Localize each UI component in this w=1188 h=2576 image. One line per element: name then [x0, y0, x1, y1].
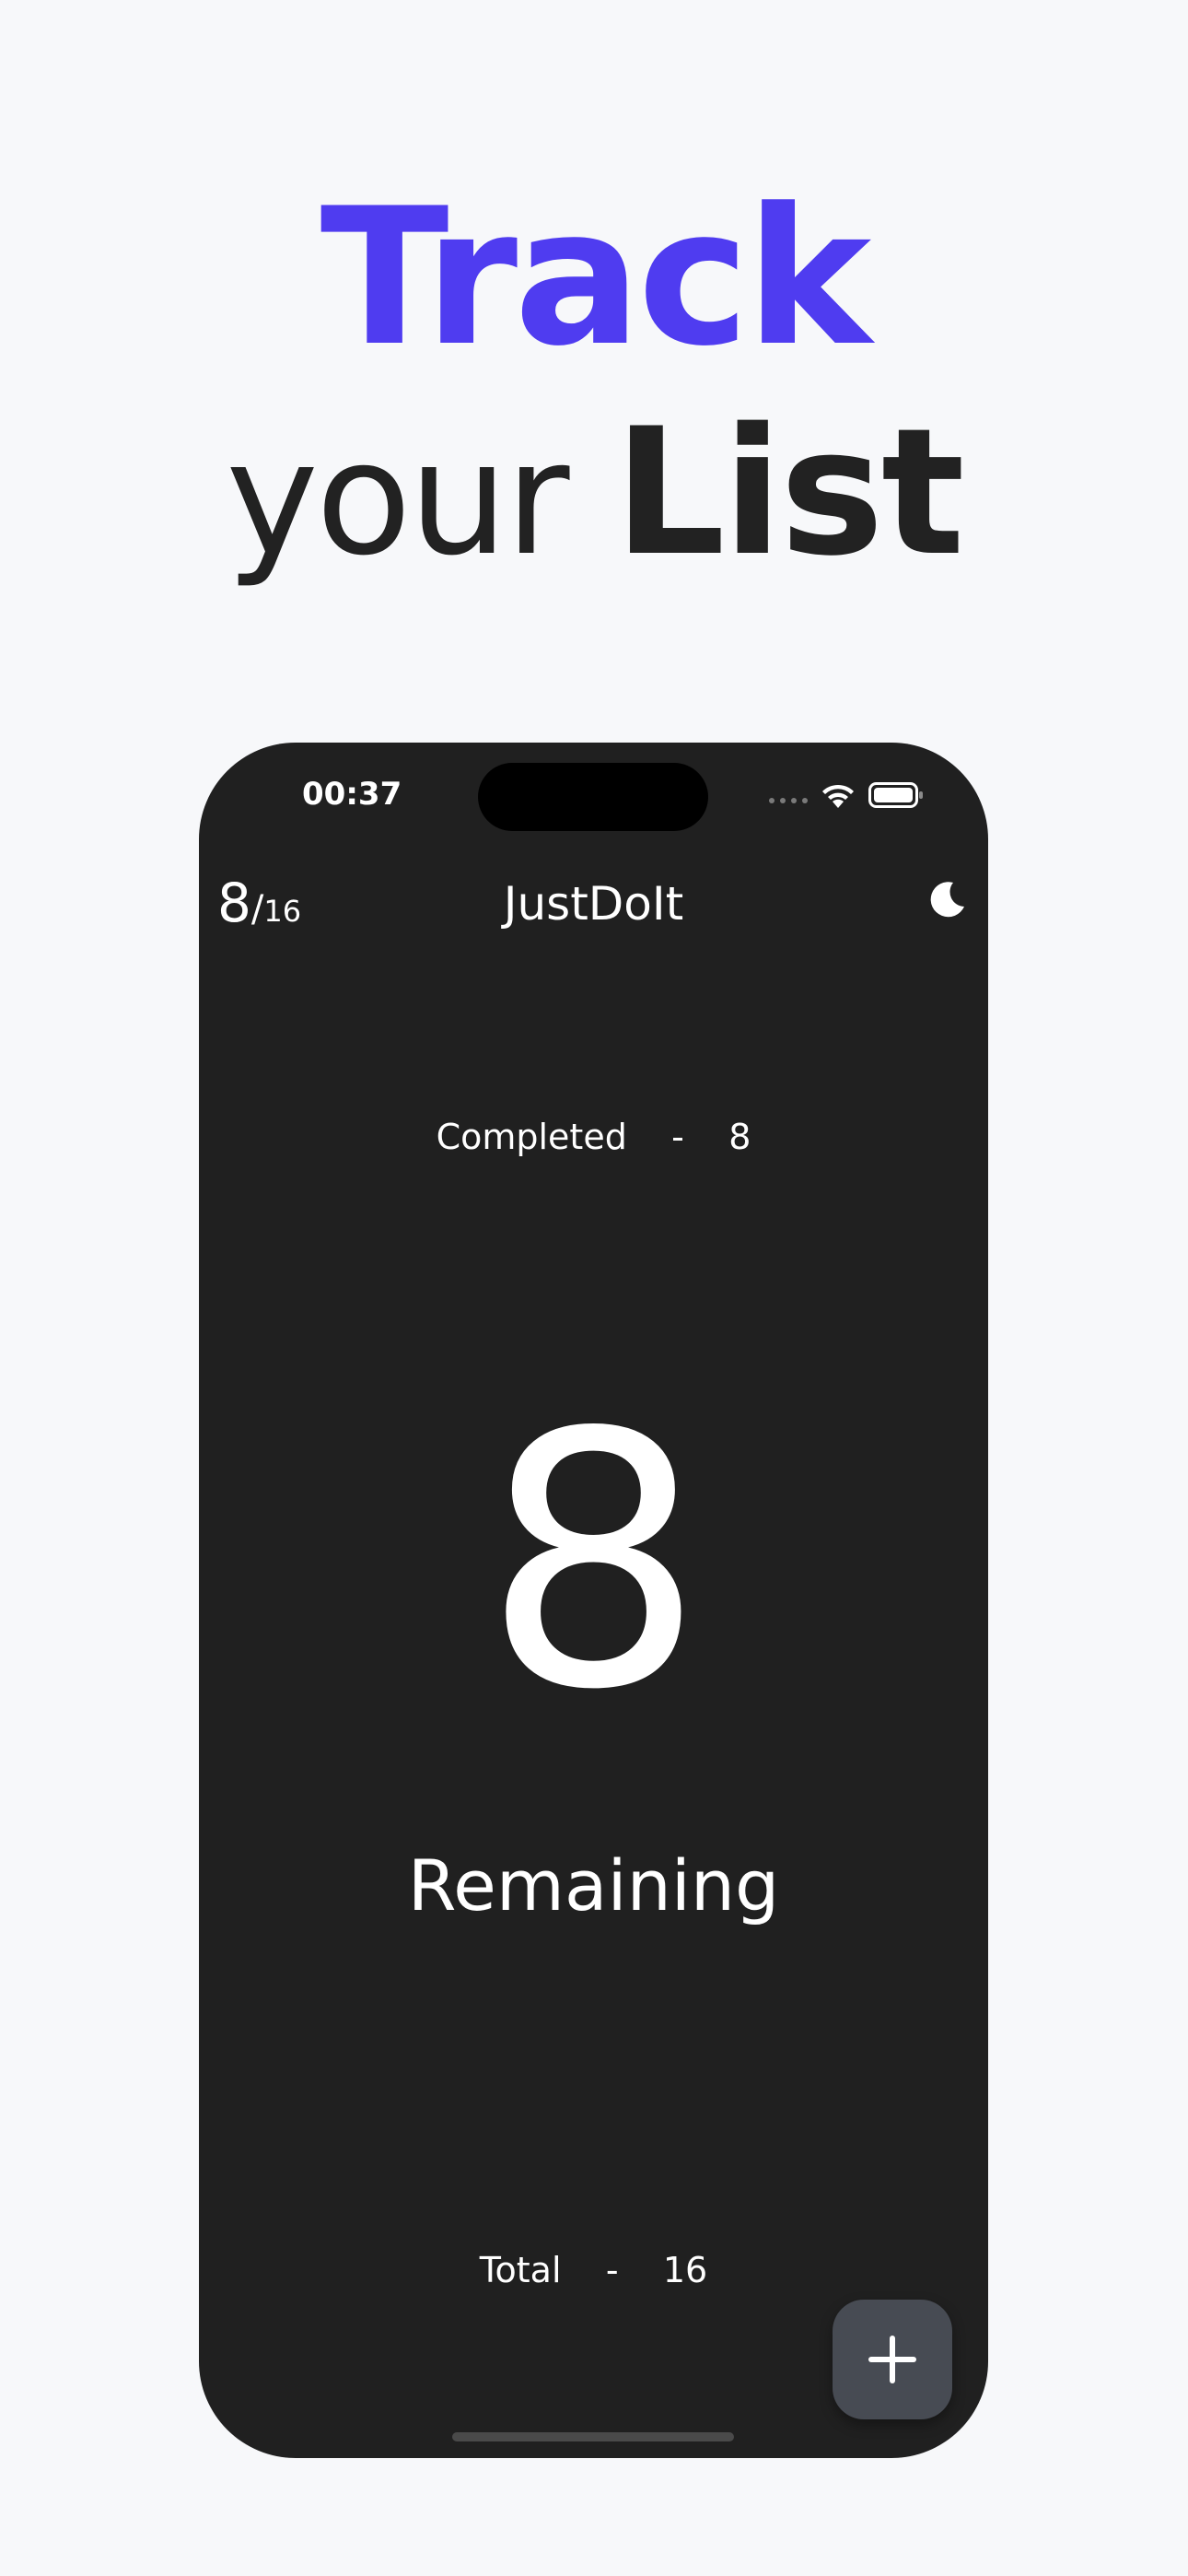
headline-track: Track: [320, 169, 872, 388]
add-task-button[interactable]: [833, 2300, 952, 2419]
headline-your: your: [226, 408, 569, 591]
home-indicator[interactable]: [452, 2432, 734, 2441]
completed-separator: -: [671, 1117, 684, 1157]
remaining-label: Remaining: [407, 1844, 780, 1926]
phone-screen: 00:37 8/16 JustDoIt Completed - 8 8 Rema…: [199, 743, 988, 2458]
headline-your-list: your List: [0, 405, 1188, 580]
dynamic-island: [478, 763, 708, 831]
battery-icon: [868, 782, 924, 808]
status-icons: [769, 781, 924, 809]
total-separator: -: [605, 2250, 619, 2290]
plus-icon: [865, 2332, 920, 2387]
completed-stat: Completed - 8: [199, 1117, 988, 1157]
wifi-icon: [821, 781, 856, 809]
remaining-count: 8: [482, 1358, 705, 1766]
completed-value: 8: [728, 1117, 751, 1157]
headline-list: List: [613, 391, 965, 594]
total-stat: Total - 16: [199, 2250, 988, 2290]
moon-icon[interactable]: [927, 879, 968, 919]
total-label: Total: [479, 2250, 562, 2290]
signal-dots-icon: [769, 798, 808, 803]
total-value: 16: [662, 2250, 708, 2290]
status-time: 00:37: [302, 776, 402, 813]
completed-label: Completed: [436, 1117, 627, 1157]
app-title: JustDoIt: [503, 877, 684, 931]
